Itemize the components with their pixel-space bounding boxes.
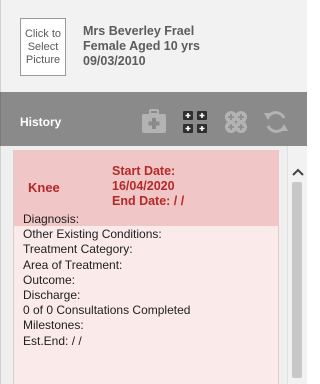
start-date-value: 16/04/2020 (112, 179, 175, 193)
grid-add-icon[interactable] (182, 108, 210, 136)
patient-history-panel: Click to Select Picture Mrs Beverley Fra… (0, 0, 307, 384)
consultations-count: 0 of 0 Consultations Completed (23, 303, 191, 318)
toolbar-title: History (20, 115, 62, 129)
area-of-treatment-field: Area of Treatment: (23, 257, 123, 272)
history-toolbar: History (0, 92, 307, 146)
estimated-end-field: Est.End: / / (23, 333, 82, 348)
milestones-field: Milestones: (23, 318, 84, 333)
diagnosis-field: Diagnosis: (23, 212, 80, 226)
select-picture-button[interactable]: Click to Select Picture (20, 18, 66, 76)
vertical-scrollbar[interactable] (287, 146, 307, 384)
discharge-field: Discharge: (23, 288, 81, 303)
episode-card[interactable]: Knee Start Date: 16/04/2020 End Date: / … (13, 150, 279, 384)
patient-dob: 09/03/2010 (83, 54, 146, 68)
group-add-icon[interactable] (222, 108, 250, 136)
episode-details: Diagnosis: Other Existing Conditions: Tr… (23, 212, 190, 349)
history-content: Knee Start Date: 16/04/2020 End Date: / … (0, 146, 307, 384)
scroll-up-arrow-icon[interactable] (292, 164, 304, 176)
picture-label-line-1: Click to (24, 27, 62, 40)
start-date-label: Start Date: (112, 164, 176, 178)
episode-dates: Start Date: 16/04/2020 End Date: / / (112, 164, 184, 209)
patient-name: Mrs Beverley Frael (83, 24, 195, 38)
picture-placeholder-label: Click to Select Picture (25, 28, 61, 67)
medical-kit-icon[interactable] (140, 108, 168, 136)
end-date-label: End Date: / / (112, 194, 185, 208)
other-conditions-field: Other Existing Conditions: (23, 227, 162, 242)
scrollbar-thumb[interactable] (292, 182, 302, 378)
patient-info: Mrs Beverley Frael Female Aged 10 yrs 09… (83, 24, 200, 69)
picture-label-line-3: Picture (25, 53, 61, 66)
patient-header: Click to Select Picture Mrs Beverley Fra… (0, 0, 307, 92)
episode-title: Knee (28, 180, 60, 195)
picture-label-line-2: Select (27, 40, 59, 53)
treatment-category-field: Treatment Category: (23, 242, 133, 257)
refresh-icon[interactable] (262, 108, 290, 136)
outcome-field: Outcome: (23, 272, 76, 287)
patient-summary: Female Aged 10 yrs (83, 39, 200, 53)
